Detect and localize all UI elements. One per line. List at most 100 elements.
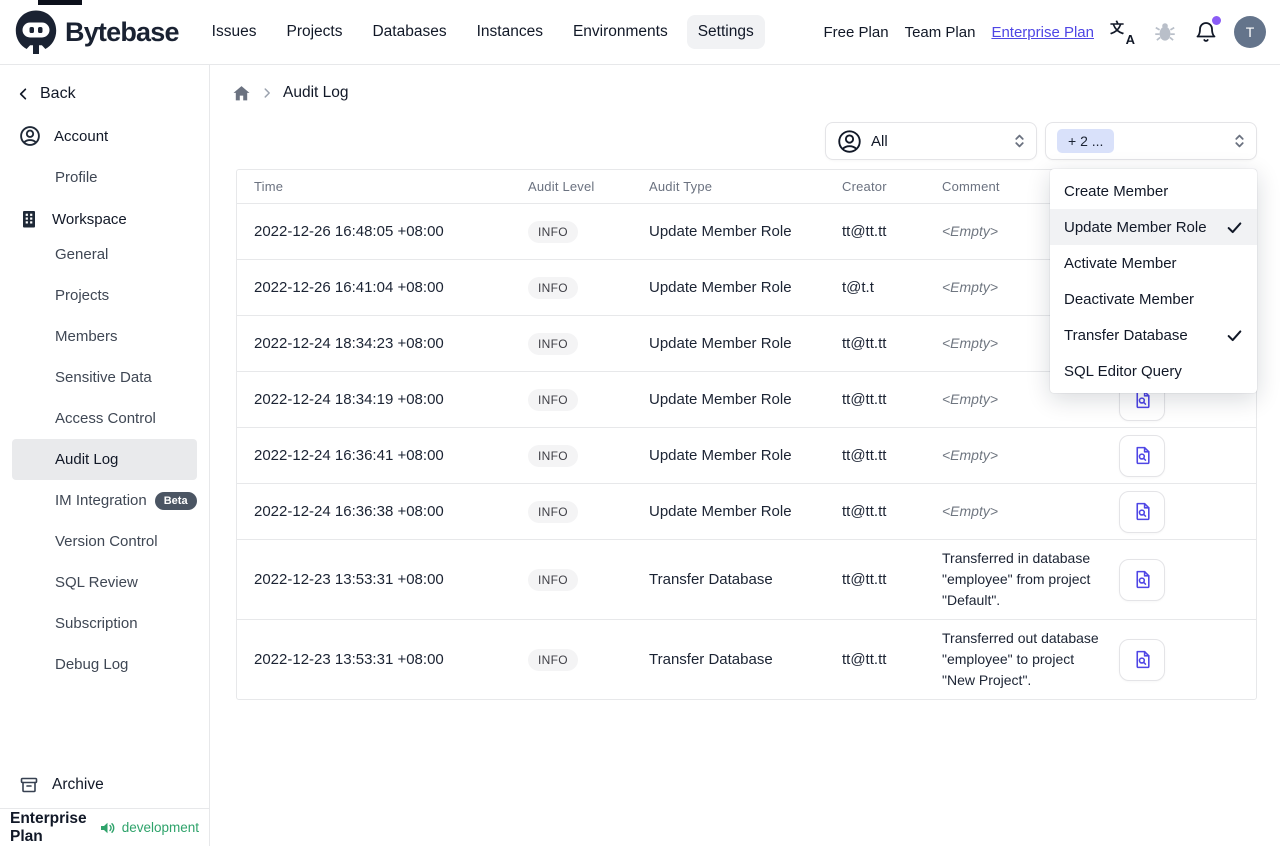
- notification-dot: [1212, 16, 1221, 25]
- menu-item-create-member[interactable]: Create Member: [1050, 173, 1257, 209]
- menu-item-update-member-role[interactable]: Update Member Role: [1050, 209, 1257, 245]
- menu-item-activate-member[interactable]: Activate Member: [1050, 245, 1257, 281]
- sidebar-item-debug-log[interactable]: Debug Log: [0, 644, 209, 685]
- view-detail-button[interactable]: [1119, 490, 1165, 533]
- audit-type-dropdown-menu: Create Member Update Member Role Activat…: [1050, 169, 1257, 393]
- current-plan-label: Enterprise Plan: [10, 809, 87, 845]
- col-time: Time: [254, 179, 284, 194]
- sidebar-section-workspace: Workspace: [0, 208, 209, 230]
- archive-box-icon: [19, 775, 39, 795]
- menu-item-label: Update Member Role: [1064, 218, 1207, 236]
- time-cell: 2022-12-24 18:34:23 +08:00: [254, 335, 444, 352]
- sidebar-item-label: IM Integration: [55, 492, 147, 509]
- table-row: 2022-12-23 13:53:31 +08:00 INFO Transfer…: [237, 620, 1256, 699]
- translate-icon[interactable]: 文A: [1110, 19, 1136, 47]
- sidebar-item-general[interactable]: General: [0, 234, 209, 275]
- creator-filter-select[interactable]: All: [825, 122, 1037, 160]
- sidebar-item-access-control[interactable]: Access Control: [0, 398, 209, 439]
- menu-item-label: Transfer Database: [1064, 326, 1188, 344]
- type-cell: Transfer Database: [649, 651, 773, 668]
- user-circle-icon: [19, 125, 41, 147]
- level-badge: INFO: [528, 332, 578, 355]
- view-detail-button[interactable]: [1119, 638, 1165, 681]
- creator-filter-value: All: [871, 132, 888, 150]
- creator-cell: tt@tt.tt: [842, 503, 887, 520]
- environment-label: development: [121, 820, 199, 835]
- creator-cell: tt@tt.tt: [842, 391, 887, 408]
- sidebar-item-im-integration[interactable]: IM Integration Beta: [0, 480, 209, 521]
- audit-type-filter-select[interactable]: + 2 ...: [1045, 122, 1257, 160]
- sidebar-item-audit-log[interactable]: Audit Log: [12, 439, 197, 480]
- col-audit-level: Audit Level: [528, 179, 595, 194]
- nav-issues[interactable]: Issues: [201, 15, 268, 49]
- col-audit-type: Audit Type: [649, 179, 713, 194]
- plan-row: Enterprise Plan development: [0, 809, 209, 846]
- level-badge: INFO: [528, 220, 578, 243]
- nav-instances[interactable]: Instances: [466, 15, 554, 49]
- time-cell: 2022-12-23 13:53:31 +08:00: [254, 571, 444, 588]
- creator-cell: tt@tt.tt: [842, 335, 887, 352]
- settings-sidebar: Back Account Profile Workspace General P…: [0, 65, 210, 846]
- chevron-updown-icon: [1012, 131, 1027, 151]
- sidebar-item-profile[interactable]: Profile: [0, 157, 209, 198]
- creator-cell: tt@tt.tt: [842, 447, 887, 464]
- sidebar-item-sensitive-data[interactable]: Sensitive Data: [0, 357, 209, 398]
- menu-item-transfer-database[interactable]: Transfer Database: [1050, 317, 1257, 353]
- type-cell: Update Member Role: [649, 391, 792, 408]
- back-button[interactable]: Back: [0, 83, 209, 105]
- main-nav: Issues Projects Databases Instances Envi…: [201, 15, 765, 49]
- menu-item-deactivate-member[interactable]: Deactivate Member: [1050, 281, 1257, 317]
- archive-button[interactable]: Archive: [0, 764, 209, 806]
- creator-cell: tt@tt.tt: [842, 651, 887, 668]
- main-content: Audit Log All + 2 ... Create Member Upda…: [210, 65, 1280, 846]
- beta-badge: Beta: [154, 491, 197, 510]
- type-cell: Update Member Role: [649, 503, 792, 520]
- team-plan-link[interactable]: Team Plan: [905, 24, 976, 41]
- sidebar-item-projects[interactable]: Projects: [0, 275, 209, 316]
- breadcrumb-current: Audit Log: [283, 84, 349, 101]
- nav-databases[interactable]: Databases: [361, 15, 457, 49]
- comment-cell: <Empty>: [942, 503, 999, 519]
- type-cell: Transfer Database: [649, 571, 773, 588]
- nav-projects[interactable]: Projects: [275, 15, 353, 49]
- type-cell: Update Member Role: [649, 279, 792, 296]
- view-detail-button[interactable]: [1119, 434, 1165, 477]
- nav-settings[interactable]: Settings: [686, 15, 765, 49]
- user-circle-icon: [837, 129, 862, 154]
- menu-item-sql-editor-query[interactable]: SQL Editor Query: [1050, 353, 1257, 389]
- table-row: 2022-12-24 16:36:38 +08:00 INFO Update M…: [237, 484, 1256, 540]
- sidebar-item-sql-review[interactable]: SQL Review: [0, 562, 209, 603]
- audit-type-filter-badge: + 2 ...: [1057, 129, 1115, 153]
- sidebar-item-subscription[interactable]: Subscription: [0, 603, 209, 644]
- level-badge: INFO: [528, 500, 578, 523]
- check-icon: [1226, 219, 1243, 236]
- view-detail-button[interactable]: [1119, 558, 1165, 601]
- enterprise-plan-link[interactable]: Enterprise Plan: [991, 24, 1094, 41]
- time-cell: 2022-12-23 13:53:31 +08:00: [254, 651, 444, 668]
- type-cell: Update Member Role: [649, 335, 792, 352]
- filter-row: All + 2 ... Create Member Update Member …: [236, 122, 1257, 393]
- menu-item-label: SQL Editor Query: [1064, 362, 1182, 380]
- bug-report-icon[interactable]: [1152, 19, 1178, 45]
- comment-cell: <Empty>: [942, 447, 999, 463]
- avatar[interactable]: T: [1234, 16, 1266, 48]
- menu-item-label: Create Member: [1064, 182, 1169, 200]
- creator-cell: tt@tt.tt: [842, 223, 887, 240]
- back-label: Back: [40, 85, 76, 102]
- sidebar-item-version-control[interactable]: Version Control: [0, 521, 209, 562]
- comment-cell: Transferred out database "employee" to p…: [942, 630, 1099, 688]
- screenshot-artifact: [38, 0, 82, 5]
- sidebar-item-members[interactable]: Members: [0, 316, 209, 357]
- nav-environments[interactable]: Environments: [562, 15, 679, 49]
- breadcrumb: Audit Log: [232, 83, 1257, 103]
- table-row: 2022-12-23 13:53:31 +08:00 INFO Transfer…: [237, 540, 1256, 620]
- speaker-icon[interactable]: [99, 820, 116, 836]
- brand-name: Bytebase: [65, 16, 179, 47]
- type-cell: Update Member Role: [649, 223, 792, 240]
- notifications-bell-icon[interactable]: [1194, 16, 1221, 44]
- free-plan-link[interactable]: Free Plan: [824, 24, 889, 41]
- check-icon: [1226, 327, 1243, 344]
- level-badge: INFO: [528, 568, 578, 591]
- home-icon[interactable]: [232, 84, 251, 103]
- brand[interactable]: Bytebase: [14, 9, 179, 55]
